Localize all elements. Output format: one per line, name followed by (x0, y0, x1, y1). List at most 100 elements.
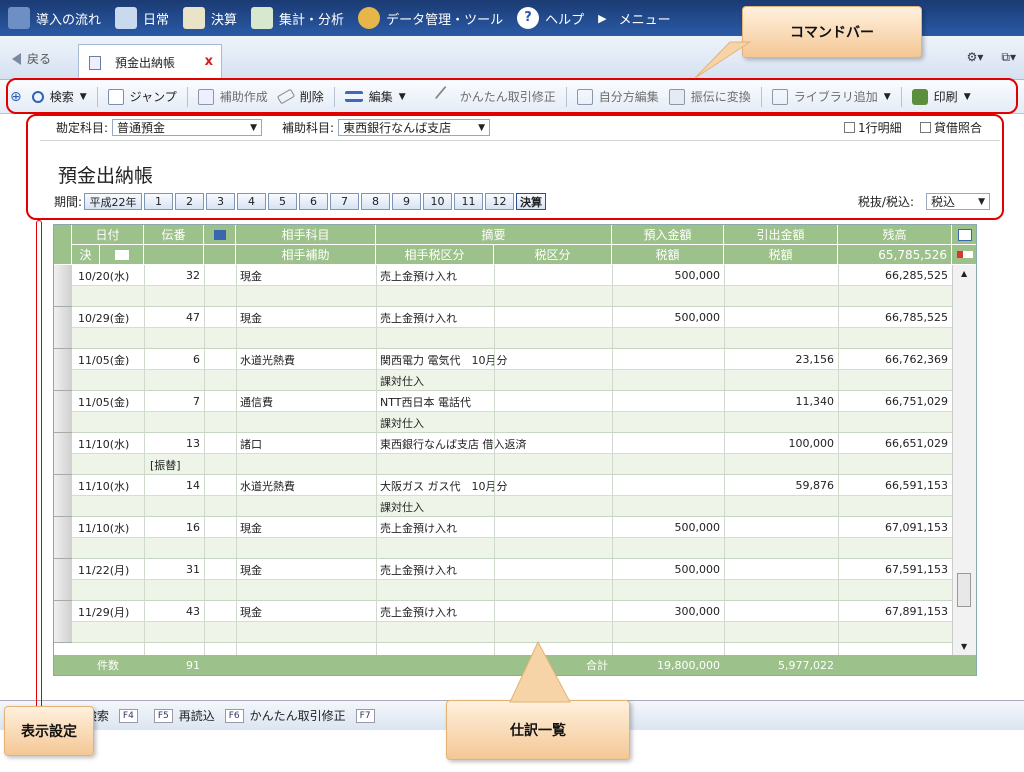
cell-date: 11/05(金) (78, 395, 130, 409)
callout-command-bar: コマンドバー (742, 6, 922, 58)
callout-pointer (509, 640, 571, 703)
column-divider (838, 265, 839, 655)
fkey-badge: F6 (224, 708, 244, 723)
row-selector[interactable] (54, 517, 72, 559)
cell-no: 16 (186, 521, 200, 534)
header-tax-class[interactable]: 税区分 (494, 245, 612, 265)
cell-bal: 66,651,029 (885, 437, 948, 450)
header-deposit[interactable]: 預入金額 (612, 225, 724, 245)
fkey-F5[interactable]: F5 再読込 (153, 707, 215, 724)
header-settings[interactable] (952, 225, 976, 245)
cell-wd (724, 559, 838, 580)
close-icon[interactable]: x (205, 54, 213, 69)
menu-closing[interactable]: 決算 (183, 0, 237, 36)
scroll-down-icon[interactable]: ▼ (961, 642, 967, 651)
scroll-thumb[interactable] (957, 573, 971, 607)
menu-analysis[interactable]: 集計・分析 (251, 0, 344, 36)
cell-date: 10/29(金) (78, 311, 130, 325)
cell-bal: 67,891,153 (885, 605, 948, 618)
tab-label: 預金出納帳 (115, 56, 176, 70)
menu-help[interactable]: ? ヘルプ (517, 0, 584, 36)
cell-account: 現金 (240, 563, 262, 577)
header-date[interactable]: 日付 (72, 225, 144, 245)
cell-bal: 66,751,029 (885, 395, 948, 408)
tab-deposit-ledger[interactable]: 預金出納帳 x (78, 44, 222, 80)
cell-date: 11/29(月) (78, 605, 130, 619)
menu-main[interactable]: ▶ メニュー (598, 0, 670, 36)
cell-no: 32 (186, 269, 200, 282)
callout-pointer (694, 41, 752, 79)
cell-no: 43 (186, 605, 200, 618)
row-selector[interactable] (54, 265, 72, 307)
column-divider (612, 265, 613, 655)
header-color[interactable] (952, 245, 976, 265)
grid-settings-icon (957, 228, 972, 241)
window-close-icon[interactable]: ⧉▾ (1001, 50, 1016, 65)
fkey-F6[interactable]: F6 かんたん取引修正 (224, 707, 346, 724)
cell-wd (724, 517, 838, 538)
header-attach[interactable] (204, 225, 236, 245)
menu-help-label: ヘルプ (545, 12, 585, 28)
fkey-badge: F4 (118, 708, 138, 723)
cell-dep (612, 349, 724, 370)
fkey-F4[interactable]: F4 (118, 708, 144, 723)
cell-dep: 300,000 (674, 605, 721, 618)
cell-no: 31 (186, 563, 200, 576)
cell-transfer-tag (150, 580, 210, 601)
menu-intro[interactable]: 導入の流れ (8, 0, 101, 36)
header-withdraw[interactable]: 引出金額 (724, 225, 838, 245)
cell-date: 11/10(水) (78, 437, 130, 451)
cell-date: 11/10(水) (78, 521, 130, 535)
cell-bal: 66,285,525 (885, 269, 948, 282)
row-selector[interactable] (54, 601, 72, 643)
header-closing-flag[interactable]: 決 (72, 245, 100, 265)
row-selector[interactable] (54, 559, 72, 601)
header-counter-tax[interactable]: 相手税区分 (376, 245, 494, 265)
view-icon (114, 249, 129, 260)
cell-bal: 66,785,525 (885, 311, 948, 324)
menu-daily[interactable]: 日常 (115, 0, 169, 36)
header-slip-no[interactable]: 伝番 (144, 225, 204, 245)
cell-date: 10/20(水) (78, 269, 130, 283)
fkey-label: かんたん取引修正 (249, 709, 346, 723)
cell-no: 47 (186, 311, 200, 324)
cell-transfer-tag (150, 496, 210, 517)
row-selector[interactable] (54, 433, 72, 475)
row-selector[interactable] (54, 307, 72, 349)
cell-account: 現金 (240, 269, 262, 283)
fkey-F7[interactable]: F7 (355, 708, 381, 723)
column-divider (724, 265, 725, 655)
header-balance[interactable]: 残高 (838, 225, 952, 245)
header-view[interactable] (100, 245, 144, 265)
header-deposit-tax[interactable]: 税額 (612, 245, 724, 265)
cell-wd: 11,340 (795, 395, 835, 408)
row-selector[interactable] (54, 475, 72, 517)
back-button[interactable]: 戻る (12, 50, 51, 67)
cell-wd: 59,876 (795, 479, 835, 492)
row-selector[interactable] (54, 349, 72, 391)
column-divider (376, 265, 377, 655)
cell-transfer-tag: [振替] (150, 458, 181, 472)
cell-transfer-tag (150, 370, 210, 391)
cell-dep (612, 433, 724, 454)
display-settings-highlight (26, 114, 1004, 220)
header-withdraw-tax[interactable]: 税額 (724, 245, 838, 265)
column-divider (204, 265, 205, 655)
settings-icon[interactable]: ⚙▾ (967, 50, 984, 65)
column-divider (236, 265, 237, 655)
fkey-badge: F7 (355, 708, 375, 723)
footer-deposit-total: 19,800,000 (657, 658, 720, 672)
database-icon (358, 7, 381, 29)
pen-icon (115, 7, 138, 29)
vertical-scrollbar[interactable]: ▲ ▼ (952, 265, 976, 655)
header-counter-sub[interactable]: 相手補助 (236, 245, 376, 265)
cell-dep: 500,000 (674, 311, 721, 324)
header-description[interactable]: 摘要 (376, 225, 612, 245)
cell-account: 現金 (240, 521, 262, 535)
cell-wd (724, 307, 838, 328)
menu-data-tools[interactable]: データ管理・ツール (358, 0, 503, 36)
header-counter-account[interactable]: 相手科目 (236, 225, 376, 245)
row-selector[interactable] (54, 391, 72, 433)
column-divider (494, 265, 495, 655)
scroll-up-icon[interactable]: ▲ (961, 269, 967, 278)
